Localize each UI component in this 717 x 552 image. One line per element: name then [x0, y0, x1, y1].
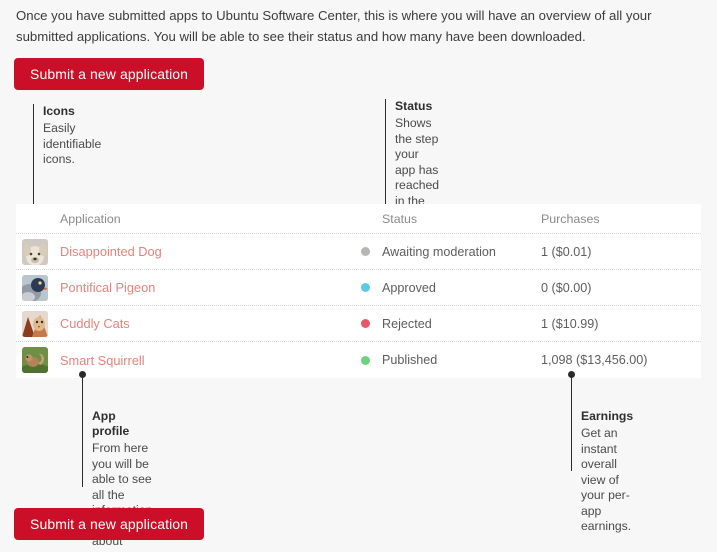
table-row[interactable]: Disappointed Dog Awaiting moderation 1 (… — [16, 234, 701, 270]
application-cell: Pontifical Pigeon — [16, 274, 361, 301]
callout-icons-title: Icons — [43, 104, 75, 118]
status-badge-dot — [361, 283, 370, 292]
status-badge-dot — [361, 319, 370, 328]
purchases-cell: 0 ($0.00) — [541, 280, 592, 295]
status-cell: Awaiting moderation — [361, 245, 541, 259]
table-row[interactable]: Smart Squirrell Published 1,098 ($13,456… — [16, 342, 701, 378]
callout-status-title: Status — [395, 99, 433, 113]
table-row[interactable]: Cuddly Cats Rejected 1 ($10.99) — [16, 306, 701, 342]
application-cell: Disappointed Dog — [16, 238, 361, 265]
callout-icons-body: Easily identifiable icons. — [43, 121, 102, 166]
dog-avatar-icon — [22, 238, 48, 265]
callout-icons-text: Icons Easily identifiable icons. — [43, 104, 101, 168]
callout-earnings-title: Earnings — [581, 409, 634, 423]
pigeon-avatar-icon — [22, 274, 48, 301]
application-name-link[interactable]: Disappointed Dog — [60, 244, 162, 259]
submit-new-application-button-top[interactable]: Submit a new application — [14, 58, 205, 90]
callout-earnings-line — [571, 374, 572, 471]
squirrel-avatar-icon — [22, 347, 48, 373]
table-header-row: Application Status Purchases — [16, 204, 701, 234]
purchases-cell: 1,098 ($13,456.00) — [541, 353, 648, 367]
application-cell: Cuddly Cats — [16, 310, 361, 337]
submitted-apps-page: Once you have submitted apps to Ubuntu S… — [0, 0, 717, 552]
submitted-applications-table: Application Status Purchases Disappointe… — [16, 204, 701, 378]
status-label: Awaiting moderation — [382, 244, 496, 259]
purchases-cell: 1 ($10.99) — [541, 316, 599, 331]
callout-status-line — [385, 99, 386, 221]
submit-new-application-button-bottom[interactable]: Submit a new application — [14, 508, 205, 540]
status-badge-dot — [361, 355, 370, 365]
callout-earnings-body: Get an instant overall view of your per-… — [581, 426, 632, 533]
status-label: Published — [382, 353, 438, 367]
application-name-link[interactable]: Pontifical Pigeon — [60, 280, 155, 295]
table-row[interactable]: Pontifical Pigeon Approved 0 ($0.00) — [16, 270, 701, 306]
purchases-cell: 1 ($0.01) — [541, 244, 592, 259]
intro-paragraph: Once you have submitted apps to Ubuntu S… — [16, 8, 652, 44]
status-badge-dot — [361, 247, 370, 256]
status-cell: Published — [361, 353, 541, 367]
cat-avatar-icon — [22, 310, 48, 337]
callout-app-profile-title: App profile — [92, 409, 130, 438]
column-header-status: Status — [382, 211, 418, 226]
column-header-application: Application — [60, 211, 121, 226]
application-cell: Smart Squirrell — [16, 347, 361, 373]
status-cell: Approved — [361, 281, 541, 295]
status-label: Rejected — [382, 316, 432, 331]
callout-earnings-text: Earnings Get an instant overall view of … — [581, 409, 633, 535]
column-header-purchases: Purchases — [541, 211, 600, 226]
status-label: Approved — [382, 280, 436, 295]
intro-text: Once you have submitted apps to Ubuntu S… — [16, 0, 702, 47]
status-cell: Rejected — [361, 317, 541, 331]
application-name-link[interactable]: Smart Squirrell — [60, 353, 145, 368]
application-name-link[interactable]: Cuddly Cats — [60, 316, 130, 331]
callout-app-profile-line — [82, 374, 83, 487]
